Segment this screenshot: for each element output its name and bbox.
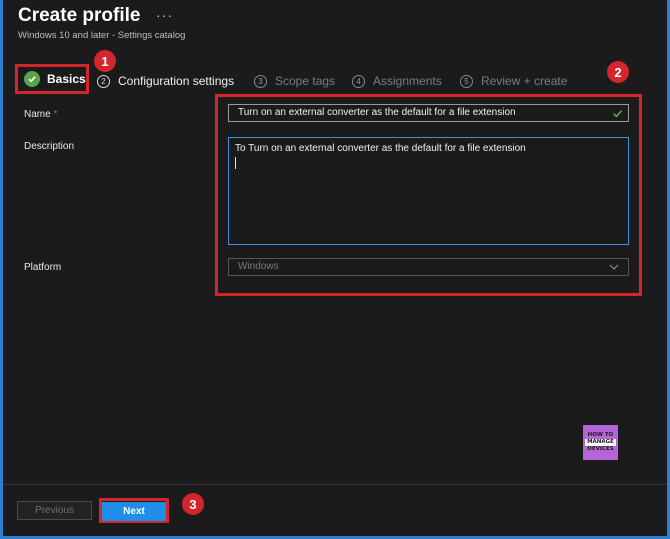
page-subtitle: Windows 10 and later - Settings catalog (18, 30, 186, 41)
tab-assignments[interactable]: 4 Assignments (352, 72, 442, 90)
tab-assignments-label: Assignments (373, 74, 442, 88)
tab-configuration-settings[interactable]: 2 Configuration settings (97, 72, 234, 90)
logo-line-2: MANAGE (585, 439, 616, 446)
step-number: 2 (97, 74, 110, 88)
page-title: Create profile (18, 5, 141, 26)
tab-review-create-label: Review + create (481, 74, 568, 88)
step-number: 3 (254, 74, 267, 88)
required-mark: * (53, 109, 58, 120)
checkmark-icon (24, 71, 40, 87)
next-button-highlight: Next (99, 498, 169, 523)
tab-configuration-settings-label: Configuration settings (118, 74, 235, 88)
tab-basics[interactable]: Basics (15, 64, 89, 94)
form-highlight-box (215, 94, 642, 296)
next-button[interactable]: Next (102, 502, 166, 521)
tab-scope-tags[interactable]: 3 Scope tags (254, 72, 335, 90)
description-label: Description (24, 141, 75, 152)
footer-divider (3, 484, 667, 485)
tab-basics-label: Basics (47, 72, 86, 86)
logo-line-1: HOW TO (587, 432, 614, 438)
more-options-icon[interactable]: ··· (156, 7, 173, 23)
tab-review-create[interactable]: 5 Review + create (460, 72, 567, 90)
logo-line-3: DEVICES (587, 446, 614, 452)
name-label-text: Name (24, 109, 51, 120)
howtomanagedevices-logo: HOW TO MANAGE DEVICES (583, 425, 618, 460)
step-number: 5 (460, 74, 473, 88)
annotation-badge-1: 1 (94, 50, 116, 72)
platform-label: Platform (24, 262, 62, 273)
annotation-badge-3: 3 (182, 493, 204, 515)
previous-button[interactable]: Previous (17, 501, 92, 520)
step-number: 4 (352, 74, 365, 88)
name-label: Name * (24, 109, 57, 120)
tab-scope-tags-label: Scope tags (275, 74, 336, 88)
annotation-badge-2: 2 (607, 61, 629, 83)
